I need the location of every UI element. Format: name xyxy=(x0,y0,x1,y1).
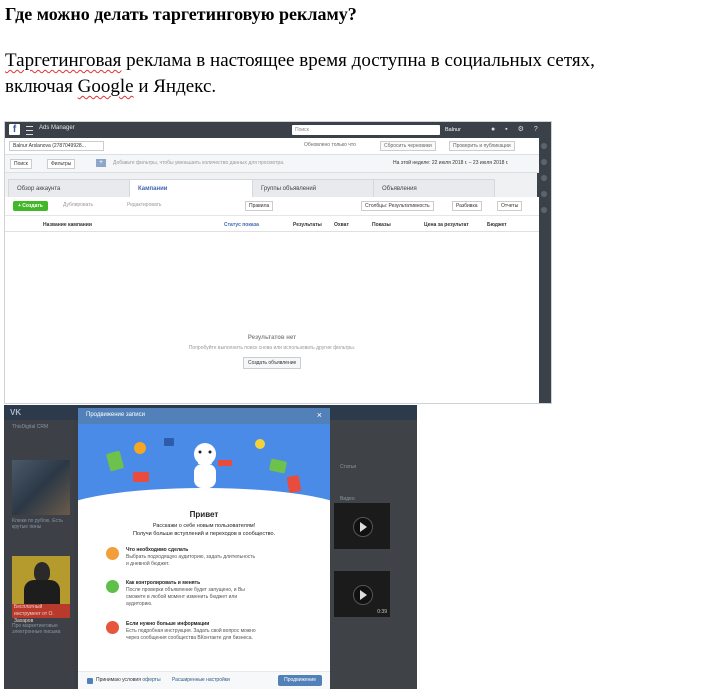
document-paragraph: Таргетинговая реклама в настоящее время … xyxy=(5,48,705,100)
filter-hint: Добавьте фильтры, чтобы уменьшить количе… xyxy=(113,160,285,166)
info-item-description: Есть подробная инструкция. Задать свой в… xyxy=(126,628,256,641)
search-input[interactable]: Поиск xyxy=(292,125,440,135)
table-toolbar: + Создать Дублировать Редактировать Прав… xyxy=(5,197,539,216)
notification-icons[interactable]: ● ▪ ⚙ ? xyxy=(491,125,542,133)
modal-subtitle: Получи больше вступлений и переходов в с… xyxy=(132,531,276,537)
modal-greeting: Привет xyxy=(189,510,219,519)
settings-icon xyxy=(106,580,119,593)
reset-drafts-button[interactable]: Сбросить черновики xyxy=(380,141,436,151)
level-tabs: Обзор аккаунта Кампании Группы объявлени… xyxy=(5,177,539,197)
empty-subtitle: Попробуйте выполнить поиск снова или исп… xyxy=(188,345,356,351)
info-item: Если нужно больше информации Есть подроб… xyxy=(106,621,306,642)
info-item-title: Что необходимо сделать xyxy=(126,547,189,553)
user-name[interactable]: Balnur xyxy=(445,125,461,135)
menu-icon[interactable] xyxy=(26,126,33,135)
right-label: Статьи xyxy=(340,464,357,470)
column-header[interactable]: Название кампании xyxy=(43,222,92,228)
edit-button[interactable]: Редактировать xyxy=(127,202,162,208)
vk-logo-icon[interactable]: VK xyxy=(10,408,21,417)
app-name: Ads Manager xyxy=(39,125,75,131)
vk-right-column: Статьи Видео xyxy=(330,420,417,689)
filter-row: Поиск Фильтры + Добавьте фильтры, чтобы … xyxy=(5,155,539,173)
info-item: Что необходимо сделать Выбрать подходящу… xyxy=(106,547,306,568)
column-header[interactable]: Цена за результат xyxy=(424,222,469,228)
post-caption: Клюки по рублю. Есть крутые пины xyxy=(12,518,63,530)
updated-status: Обновлено только что xyxy=(304,142,356,148)
columns-button[interactable]: Столбцы: Результативность xyxy=(361,201,434,211)
duplicate-button[interactable]: Дублировать xyxy=(63,202,93,208)
video-thumbnail[interactable] xyxy=(334,503,390,549)
column-header[interactable]: Охват xyxy=(334,222,349,228)
modal-header: Продвижение записи × xyxy=(78,408,330,424)
account-row: Balnur Arslanova (2787049928... Обновлен… xyxy=(5,138,539,155)
account-selector[interactable]: Balnur Arslanova (2787049928... xyxy=(9,141,104,151)
info-item-title: Как контролировать и менять xyxy=(126,580,201,586)
advanced-settings-link[interactable]: Расширенные настройки xyxy=(172,677,230,683)
date-range-picker[interactable]: На этой неделе: 22 июля 2018 г. – 23 июл… xyxy=(393,160,508,166)
community-name: ThisDigital CRM xyxy=(12,424,49,430)
ad-image[interactable] xyxy=(12,556,70,604)
offer-link[interactable]: оферты xyxy=(142,677,160,683)
tab-ad-sets[interactable]: Группы объявлений xyxy=(252,179,374,197)
right-label: Видео xyxy=(340,496,355,502)
campaigns-table: + Создать Дублировать Редактировать Прав… xyxy=(5,197,539,403)
column-header[interactable]: Статус показа xyxy=(224,222,259,228)
paragraph-word: Таргетинговая xyxy=(5,50,122,71)
filters-button[interactable]: Фильтры xyxy=(47,159,76,169)
play-icon[interactable] xyxy=(353,517,373,537)
tab-ads[interactable]: Объявления xyxy=(373,179,495,197)
right-sidebar xyxy=(537,138,551,403)
modal-subtitle: Расскажи о себе новым пользователям! xyxy=(152,523,256,529)
column-header[interactable]: Результаты xyxy=(293,222,322,228)
info-item-description: После проверки объявление будет запущено… xyxy=(126,587,245,607)
list-icon xyxy=(106,547,119,560)
document-heading: Где можно делать таргетинговую рекламу? xyxy=(5,4,357,24)
promotion-modal: Продвижение записи × Привет Расскажи о с… xyxy=(78,408,330,689)
modal-title: Продвижение записи xyxy=(86,412,145,418)
accept-terms-label: Принимаю условия оферты xyxy=(96,677,161,683)
empty-title: Результатов нет xyxy=(247,335,297,341)
paragraph-text: включая xyxy=(5,76,78,97)
create-button[interactable]: + Создать xyxy=(13,201,48,211)
ad-caption: Про маркетинговые электронные письма xyxy=(12,623,61,635)
paragraph-word: Google xyxy=(77,76,134,97)
play-icon[interactable] xyxy=(353,585,373,605)
ad-banner: Бесплатный инструмент от О. Захаров xyxy=(12,604,70,624)
create-ad-button[interactable]: Создать объявление xyxy=(243,357,302,369)
info-item-description: Выбрать подходящую аудиторию, задать дли… xyxy=(126,554,256,567)
promote-button[interactable]: Продвижение xyxy=(278,675,322,686)
tab-account-overview[interactable]: Обзор аккаунта xyxy=(8,179,130,197)
header-divider xyxy=(5,231,539,232)
paragraph-text: реклама в настоящее время доступна в соц… xyxy=(121,50,595,71)
reports-button[interactable]: Отчеты xyxy=(497,201,523,211)
ads-manager-screenshot: f Ads Manager Поиск Balnur ● ▪ ⚙ ? Balnu… xyxy=(4,121,552,404)
accept-checkbox[interactable] xyxy=(87,678,93,684)
ads-manager-topbar: f Ads Manager Поиск Balnur ● ▪ ⚙ ? xyxy=(5,122,551,138)
modal-footer: Принимаю условия оферты Расширенные наст… xyxy=(78,671,330,689)
review-publish-button[interactable]: Проверить и публикации xyxy=(449,141,515,151)
info-item: Как контролировать и менять После провер… xyxy=(106,580,306,608)
column-header[interactable]: Показы xyxy=(372,222,391,228)
info-icon xyxy=(106,621,119,634)
post-image[interactable] xyxy=(12,460,70,515)
paragraph-text: и Яндекс. xyxy=(133,76,217,97)
vk-left-column: ThisDigital CRM Клюки по рублю. Есть кру… xyxy=(4,420,74,689)
video-thumbnail[interactable]: 0:39 xyxy=(334,571,390,617)
close-icon[interactable]: × xyxy=(317,410,322,420)
video-duration: 0:39 xyxy=(377,609,387,615)
modal-illustration xyxy=(78,424,330,508)
facebook-logo-icon[interactable]: f xyxy=(9,124,20,135)
search-filter-button[interactable]: Поиск xyxy=(10,159,32,169)
breakdown-button[interactable]: Разбивка xyxy=(452,201,482,211)
add-filter-icon[interactable]: + xyxy=(96,159,106,167)
rules-button[interactable]: Правила xyxy=(245,201,274,211)
tab-campaigns[interactable]: Кампании xyxy=(129,179,253,197)
column-header[interactable]: Бюджет xyxy=(487,222,507,228)
info-item-title: Если нужно больше информации xyxy=(126,621,210,627)
